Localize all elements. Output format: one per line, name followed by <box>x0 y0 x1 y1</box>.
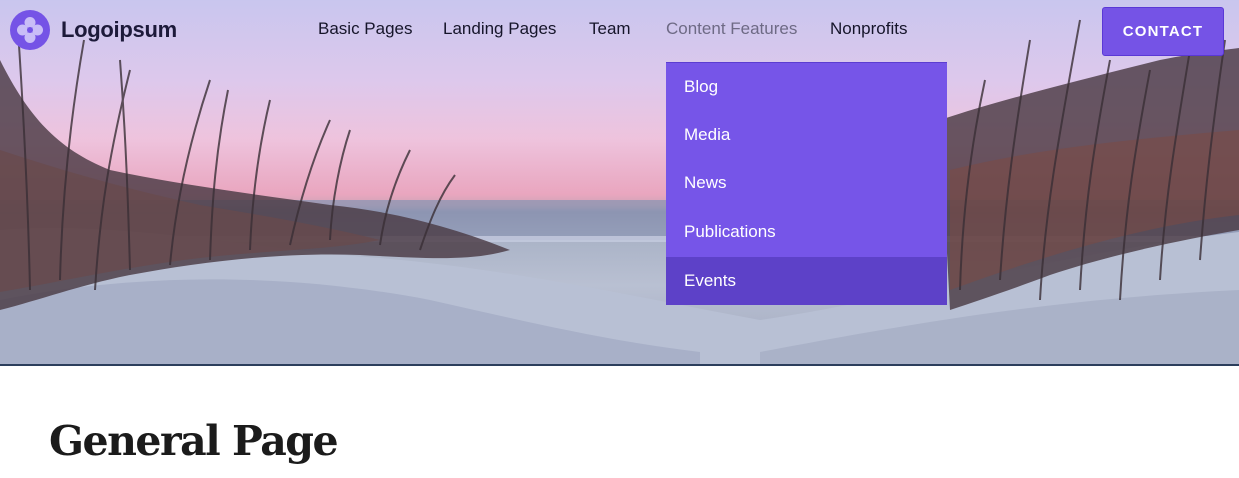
nav-item-content-features[interactable]: Content Features <box>666 19 797 43</box>
dropdown-item-events[interactable]: Events <box>666 257 947 305</box>
nav-item-basic-pages[interactable]: Basic Pages <box>318 19 413 43</box>
contact-button[interactable]: CONTACT <box>1102 7 1224 56</box>
brand-name: Logoipsum <box>61 17 177 42</box>
hero-banner <box>0 0 1239 366</box>
content-features-dropdown: Blog Media News Publications Events <box>666 62 947 305</box>
dropdown-item-blog[interactable]: Blog <box>666 63 947 111</box>
dropdown-item-publications[interactable]: Publications <box>666 208 947 256</box>
nav-item-nonprofits[interactable]: Nonprofits <box>830 19 907 43</box>
page-title: General Page <box>49 417 339 465</box>
logo-icon <box>10 10 50 50</box>
beach-dunes-image <box>0 19 1239 366</box>
dropdown-item-media[interactable]: Media <box>666 111 947 159</box>
dropdown-item-news[interactable]: News <box>666 159 947 207</box>
nav-item-landing-pages[interactable]: Landing Pages <box>443 19 556 43</box>
nav-item-team[interactable]: Team <box>589 19 631 43</box>
brand-logo[interactable]: Logoipsum <box>10 10 177 50</box>
hero-divider <box>0 364 1239 366</box>
